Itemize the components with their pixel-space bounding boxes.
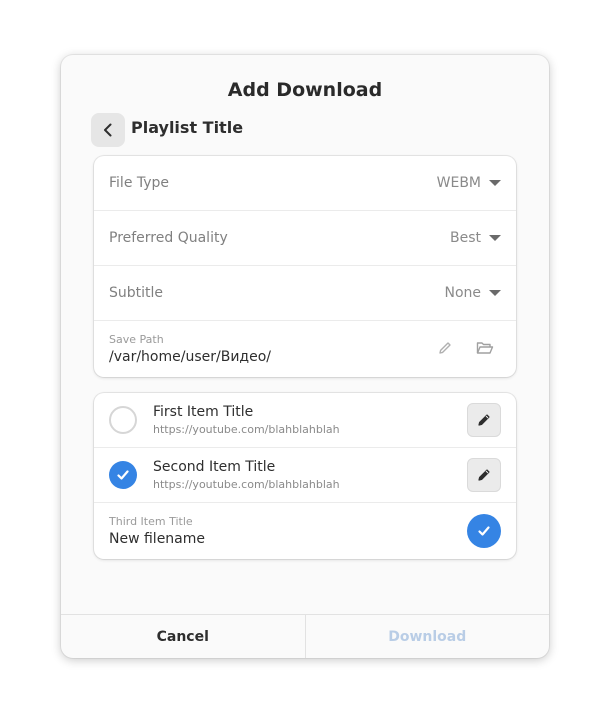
confirm-rename-button[interactable]: [467, 513, 501, 548]
pencil-icon: [439, 342, 451, 354]
item-2-edit-button[interactable]: [467, 458, 501, 492]
subtitle-dropdown[interactable]: None: [444, 285, 501, 301]
list-item: First Item Title https://youtube.com/bla…: [94, 393, 516, 448]
item-title: Second Item Title: [153, 459, 276, 475]
file-type-row: File Type WEBM: [94, 156, 516, 211]
save-path-row: Save Path /var/home/user/Видео/: [94, 321, 516, 376]
item-title: First Item Title: [153, 404, 254, 420]
rename-item-row: Third Item Title New filename: [94, 503, 516, 558]
item-url: https://youtube.com/blahblahblah: [153, 478, 340, 491]
checkmark-icon: [117, 470, 129, 480]
playlist-items-card: First Item Title https://youtube.com/bla…: [94, 393, 516, 559]
browse-folder-button[interactable]: [468, 331, 502, 365]
item-1-edit-button[interactable]: [467, 403, 501, 437]
edit-path-button[interactable]: [428, 331, 462, 365]
quality-value: Best: [449, 230, 481, 246]
folder-open-icon: [476, 342, 494, 354]
add-download-dialog: Add Download Playlist Title File Type WE…: [61, 55, 549, 658]
playlist-title: Playlist Title: [131, 118, 244, 137]
rename-caption: Third Item Title: [109, 514, 193, 528]
settings-card: File Type WEBM Preferred Quality Best Su…: [94, 156, 516, 377]
back-button[interactable]: [91, 113, 125, 147]
cancel-button[interactable]: Cancel: [61, 615, 306, 658]
subtitle-row: Subtitle None: [94, 266, 516, 321]
item-1-select-radio[interactable]: [109, 406, 137, 434]
subtitle-value: None: [444, 285, 481, 301]
dropdown-arrow-icon: [489, 235, 501, 241]
chevron-left-icon: [104, 123, 112, 137]
subtitle-label: Subtitle: [109, 285, 164, 301]
download-button[interactable]: Download: [306, 615, 550, 658]
checkmark-icon: [478, 525, 490, 536]
save-path-label: Save Path: [109, 332, 164, 346]
pencil-icon: [478, 414, 490, 426]
pencil-icon: [478, 469, 490, 481]
quality-dropdown[interactable]: Best: [450, 230, 501, 246]
item-2-select-radio[interactable]: [109, 461, 137, 489]
item-url: https://youtube.com/blahblahblah: [153, 423, 340, 436]
filename-input[interactable]: New filename: [109, 531, 467, 547]
dialog-title: Add Download: [227, 79, 383, 101]
file-type-dropdown[interactable]: WEBM: [437, 175, 501, 191]
quality-label: Preferred Quality: [109, 230, 228, 246]
quality-row: Preferred Quality Best: [94, 211, 516, 266]
file-type-value: WEBM: [436, 175, 481, 191]
dropdown-arrow-icon: [489, 180, 501, 186]
dialog-footer: Cancel Download: [61, 614, 549, 658]
file-type-label: File Type: [109, 175, 170, 191]
dropdown-arrow-icon: [489, 290, 501, 296]
save-path-value: /var/home/user/Видео/: [109, 348, 271, 365]
list-item: Second Item Title https://youtube.com/bl…: [94, 448, 516, 503]
